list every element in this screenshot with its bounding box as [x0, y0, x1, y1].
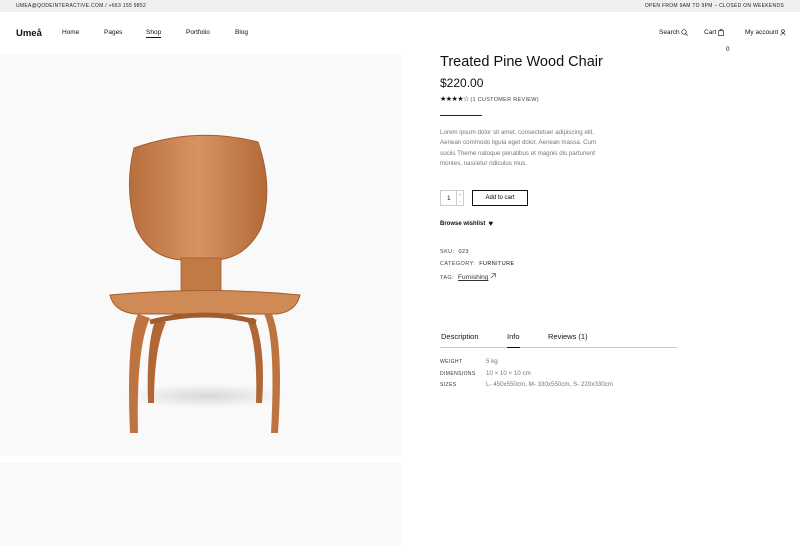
- tag-link[interactable]: Furnishing: [458, 274, 488, 281]
- quantity-arrows[interactable]: + −: [456, 191, 463, 205]
- cart-label: Cart: [704, 29, 717, 37]
- account-button[interactable]: My account: [745, 29, 786, 36]
- nav-pages[interactable]: Pages: [104, 29, 122, 36]
- nav-portfolio[interactable]: Portfolio: [186, 29, 210, 36]
- decrease-icon[interactable]: −: [457, 198, 463, 205]
- info-value: 10 × 10 × 10 cm: [486, 370, 531, 377]
- category-link[interactable]: FURNITURE: [479, 261, 514, 267]
- product-category: CATEGORY: FURNITURE: [440, 261, 515, 267]
- wishlist-label: Browse wishlist: [440, 221, 486, 227]
- nav-shop[interactable]: Shop: [146, 29, 162, 38]
- quantity-stepper[interactable]: 1 + −: [440, 190, 464, 206]
- account-label: My account: [745, 29, 779, 37]
- category-label: CATEGORY:: [440, 261, 476, 267]
- info-value: L- 450x550cm, M- 330x550cm, S- 220x330cm: [486, 381, 613, 388]
- review-count-link[interactable]: (1 CUSTOMER REVIEW): [470, 97, 539, 103]
- site-logo[interactable]: Umeå: [16, 28, 42, 39]
- opening-hours: OPEN FROM 9AM TO 9PM – CLOSED ON WEEKEND…: [644, 3, 784, 9]
- heart-icon: ♥: [488, 219, 494, 228]
- site-header: Umeå Home Pages Shop Portfolio Blog Sear…: [0, 12, 800, 54]
- quantity-value[interactable]: 1: [447, 195, 451, 202]
- product-description: Lorem ipsum dolor sit amet, consectetuer…: [440, 129, 597, 168]
- divider: [440, 115, 482, 116]
- star-rating-icon: ★★★★☆: [440, 96, 471, 103]
- nav-home[interactable]: Home: [62, 29, 79, 36]
- search-button[interactable]: Search: [659, 29, 689, 37]
- contact-info[interactable]: UMEA@QODEINTERACTIVE.COM / +663 155 9852: [16, 3, 146, 9]
- user-icon: [780, 29, 786, 36]
- product-rating: ★★★★☆ (1 CUSTOMER REVIEW): [440, 95, 539, 103]
- info-row-dimensions: DIMENSIONS 10 × 10 × 10 cm: [440, 370, 531, 377]
- nav-blog[interactable]: Blog: [235, 29, 248, 36]
- search-label: Search: [659, 29, 680, 37]
- cart-count: 0: [725, 46, 730, 54]
- chair-image: [109, 134, 301, 433]
- product-image-main[interactable]: [0, 54, 402, 456]
- browse-wishlist-link[interactable]: Browse wishlist ♥: [440, 218, 494, 228]
- cart-button[interactable]: Cart 0: [704, 28, 730, 53]
- tag-label: TAG:: [440, 275, 455, 281]
- product-tabs: Description Info Reviews (1): [440, 332, 677, 348]
- product-tag: TAG: Furnishing: [440, 273, 497, 281]
- info-label: WEIGHT: [440, 359, 463, 365]
- product-title: Treated Pine Wood Chair: [440, 54, 603, 70]
- info-row-sizes: SIZES L- 450x550cm, M- 330x550cm, S- 220x…: [440, 381, 613, 388]
- tab-info[interactable]: Info: [507, 332, 520, 348]
- top-info-bar: UMEA@QODEINTERACTIVE.COM / +663 155 9852…: [0, 0, 800, 12]
- add-to-cart-button[interactable]: Add to cart: [472, 190, 528, 206]
- info-value: 5 kg: [486, 358, 498, 365]
- search-icon: [681, 29, 689, 36]
- tab-description[interactable]: Description: [441, 332, 479, 341]
- bag-icon: [718, 28, 724, 36]
- sku-label: SKU:: [440, 249, 455, 255]
- product-sku: SKU: 023: [440, 249, 469, 255]
- info-row-weight: WEIGHT 5 kg: [440, 358, 498, 365]
- increase-icon[interactable]: +: [457, 191, 463, 198]
- tab-reviews[interactable]: Reviews (1): [548, 332, 588, 341]
- arrow-up-right-icon: [490, 273, 497, 279]
- product-price: $220.00: [440, 76, 484, 90]
- info-label: SIZES: [440, 382, 457, 388]
- info-label: DIMENSIONS: [440, 371, 476, 377]
- sku-value: 023: [458, 249, 469, 255]
- product-image-secondary[interactable]: [0, 463, 402, 546]
